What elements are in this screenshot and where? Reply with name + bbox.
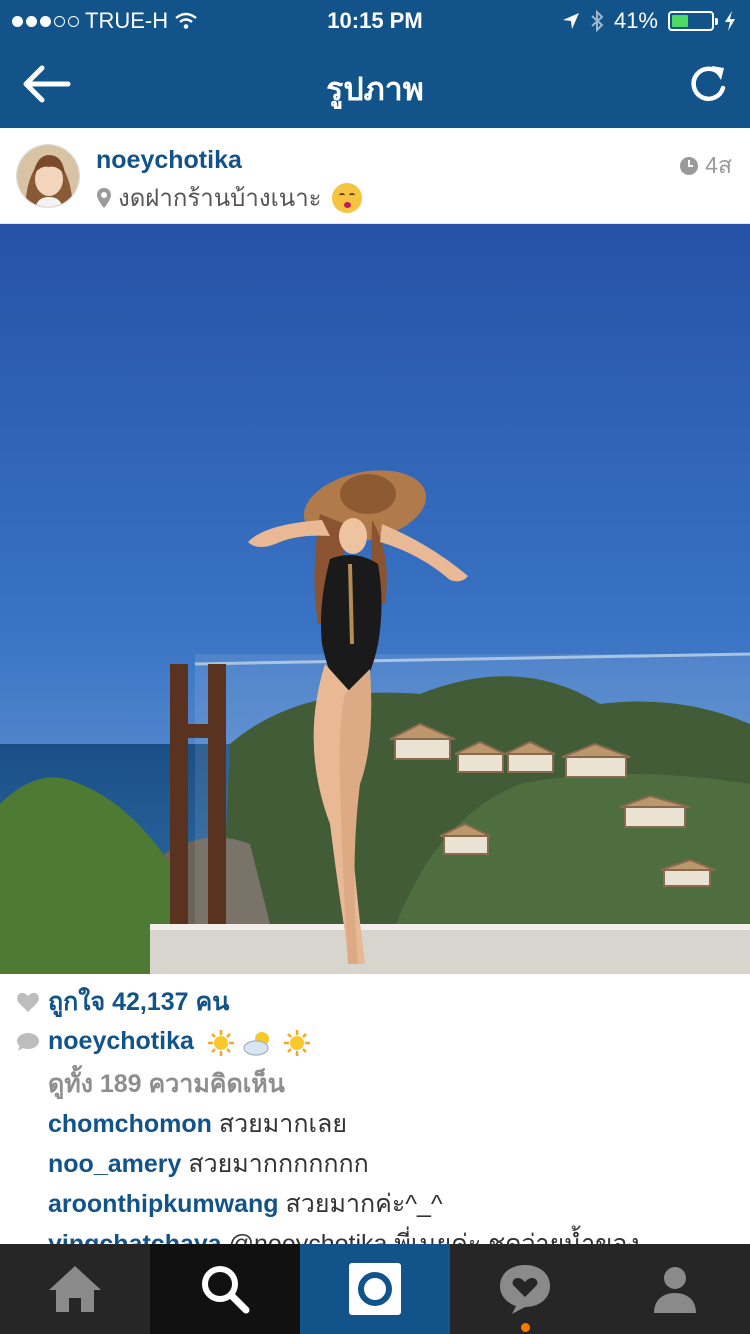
location-label: งดฝากร้านบ้างเนาะ <box>118 185 322 212</box>
comment-row: chomchomon สวยมากเลย <box>0 1104 750 1144</box>
post-username[interactable]: noeychotika <box>96 146 242 175</box>
sun-icon <box>207 1029 234 1056</box>
profile-icon <box>654 1267 696 1313</box>
search-icon <box>202 1266 250 1314</box>
tab-camera[interactable] <box>300 1244 450 1334</box>
comment-row: aroonthipkumwang สวยมากค่ะ^_^ <box>0 1184 750 1224</box>
comment-icon <box>17 1033 39 1051</box>
tab-home[interactable] <box>0 1244 150 1334</box>
tab-bar <box>0 1244 750 1334</box>
sun-behind-cloud-icon <box>243 1031 269 1056</box>
comment-text: สวยมากค่ะ^_^ <box>285 1190 443 1218</box>
comment-username[interactable]: chomchomon <box>48 1110 212 1138</box>
tab-profile[interactable] <box>600 1244 750 1334</box>
battery-percent: 41% <box>613 8 658 33</box>
clock-icon <box>680 157 699 175</box>
header: TRUE-H 10:15 PM 41% รูปภาพ <box>0 0 750 128</box>
likes-count: ถูกใจ 42,137 คน <box>48 988 230 1016</box>
avatar[interactable] <box>16 144 80 208</box>
comment-row: noo_amery สวยมากกกกกกก <box>0 1144 750 1184</box>
tab-activity[interactable] <box>450 1244 600 1334</box>
kissing-face-icon <box>331 182 362 213</box>
page-title: รูปภาพ <box>326 71 424 107</box>
home-icon <box>49 1266 101 1312</box>
view-all-comments[interactable]: ดูทั้ง 189 ความคิดเห็น <box>0 1064 750 1104</box>
bluetooth-icon <box>591 10 604 32</box>
status-bar: TRUE-H 10:15 PM 41% <box>0 0 750 40</box>
post-photo[interactable] <box>0 224 750 974</box>
caption-username[interactable]: noeychotika <box>48 1027 194 1055</box>
comment-username[interactable]: yingchatchaya <box>48 1230 222 1244</box>
likes-row[interactable]: ถูกใจ 42,137 คน <box>0 982 750 1022</box>
notification-dot <box>521 1323 530 1332</box>
caption-row: noeychotika <box>0 1022 750 1062</box>
view-all-comments-label: ดูทั้ง 189 ความคิดเห็น <box>48 1070 285 1098</box>
comment-text: @noeychotika พี่เนยค่ะ ชุดว่ายน้ำของ <box>228 1230 640 1244</box>
refresh-icon[interactable] <box>686 62 730 106</box>
heart-icon <box>17 992 39 1012</box>
tab-search[interactable] <box>150 1244 300 1334</box>
post-timestamp: 4ส <box>679 148 732 184</box>
comment-username[interactable]: aroonthipkumwang <box>48 1190 279 1218</box>
location-services-icon <box>562 13 579 29</box>
battery-icon <box>668 11 718 31</box>
location-pin-icon <box>97 187 111 208</box>
time-ago: 4ส <box>705 152 732 178</box>
nav-bar: รูปภาพ <box>0 40 750 128</box>
sun-icon <box>283 1029 310 1056</box>
camera-icon <box>349 1263 401 1315</box>
post-header: noeychotika งดฝากร้านบ้างเนาะ 4ส <box>0 128 750 224</box>
comment-row: yingchatchaya @noeychotika พี่เนยค่ะ ชุด… <box>0 1224 750 1244</box>
charging-icon <box>725 11 735 31</box>
comment-text: สวยมากกกกกกก <box>188 1150 369 1178</box>
post-details: ถูกใจ 42,137 คน noeychotika ดูทั้ง 189 ค… <box>0 974 750 1244</box>
comment-username[interactable]: noo_amery <box>48 1150 181 1178</box>
activity-icon <box>500 1265 550 1314</box>
comment-text: สวยมากเลย <box>218 1110 347 1138</box>
post-location[interactable]: งดฝากร้านบ้างเนาะ <box>96 178 362 217</box>
